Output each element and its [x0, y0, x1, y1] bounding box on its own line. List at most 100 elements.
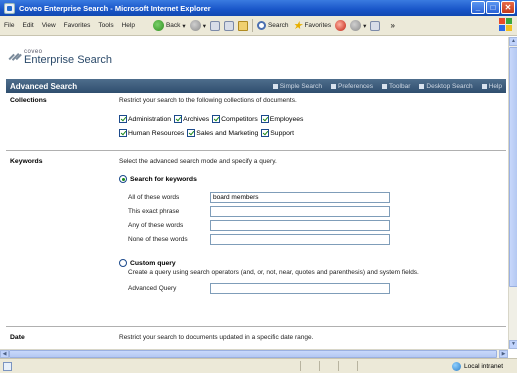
scroll-left-icon[interactable]: ◀ [0, 350, 9, 358]
exact-phrase-input[interactable] [210, 206, 390, 217]
checkbox-checked-icon [119, 115, 127, 123]
keywords-section: Keywords Select the advanced search mode… [6, 154, 506, 327]
collection-competitors-checkbox[interactable]: Competitors [212, 115, 258, 123]
any-words-label: Any of these words [128, 222, 184, 229]
search-keywords-label: Search for keywords [130, 175, 197, 183]
intranet-globe-icon [451, 361, 461, 371]
checkbox-checked-icon [119, 129, 127, 137]
help-link[interactable]: Help [481, 83, 502, 90]
scroll-right-icon[interactable]: ▶ [499, 350, 508, 358]
search-button[interactable]: Search [256, 21, 289, 30]
status-dividers [300, 361, 358, 371]
menu-favorites[interactable]: Favorites [64, 22, 91, 29]
bullet-icon [419, 83, 425, 89]
coveo-logo[interactable]: coveo Enterprise Search [6, 43, 112, 69]
all-words-label: All of these words [128, 194, 180, 201]
checkbox-checked-icon [174, 115, 183, 123]
collection-sales-marketing-checkbox[interactable]: Sales and Marketing [187, 129, 258, 137]
mail-dropdown-icon[interactable]: ▾ [363, 22, 366, 30]
maximize-button[interactable]: □ [486, 1, 500, 14]
stop-icon[interactable] [209, 20, 220, 31]
back-button[interactable]: Back ▾ [152, 20, 186, 31]
back-label: Back [165, 22, 181, 29]
collection-human-resources-checkbox[interactable]: Human Resources [119, 129, 184, 137]
menu-file[interactable]: File [4, 22, 14, 29]
window-title: Coveo Enterprise Search - Microsoft Inte… [19, 3, 211, 13]
date-section: Date Restrict your search to documents u… [6, 327, 506, 349]
advanced-query-input[interactable] [210, 283, 390, 294]
status-bar: Local intranet [0, 358, 517, 373]
none-words-input[interactable] [210, 234, 390, 245]
page-icon [3, 361, 12, 371]
print-icon[interactable] [370, 20, 381, 31]
menu-tools[interactable]: Tools [98, 22, 113, 29]
menu-toolbar: File Edit View Favorites Tools Help Back… [0, 16, 517, 36]
refresh-icon[interactable] [223, 20, 234, 31]
window-titlebar: Coveo Enterprise Search - Microsoft Inte… [0, 0, 517, 16]
all-words-input[interactable]: board members [210, 192, 390, 203]
keywords-description: Select the advanced search mode and spec… [119, 158, 277, 165]
radio-selected-icon [119, 175, 127, 183]
menu-view[interactable]: View [42, 22, 56, 29]
keywords-label: Keywords [10, 158, 43, 165]
checkbox-checked-icon [187, 129, 196, 137]
ie-icon [4, 2, 15, 14]
collections-label: Collections [10, 97, 47, 104]
exact-phrase-label: This exact phrase [128, 208, 180, 215]
menu-edit[interactable]: Edit [22, 22, 33, 29]
advanced-query-label: Advanced Query [128, 285, 177, 292]
home-icon[interactable] [237, 20, 248, 31]
horizontal-scrollbar[interactable]: ◀ ▶ [0, 349, 508, 358]
none-words-row: None of these words [128, 234, 390, 245]
any-words-input[interactable] [210, 220, 390, 231]
help-icon [481, 83, 487, 89]
forward-dropdown-icon[interactable]: ▾ [203, 22, 206, 30]
vertical-scrollbar[interactable]: ▲ ▼ [508, 37, 517, 349]
collection-employees-checkbox[interactable]: Employees [260, 115, 303, 123]
vertical-scroll-thumb[interactable] [509, 47, 517, 287]
mail-icon [350, 20, 362, 31]
favorites-button[interactable]: ★ Favorites [292, 19, 332, 32]
toolbar-link[interactable]: Toolbar [382, 83, 410, 90]
star-icon: ★ [292, 19, 303, 32]
toolbar-more-icon[interactable]: » [390, 21, 394, 30]
checkbox-checked-icon [212, 115, 221, 123]
none-words-label: None of these words [128, 236, 188, 243]
collection-administration-checkbox[interactable]: Administration [119, 115, 171, 123]
collections-row-1: Administration Archives Competitors Empl… [119, 115, 303, 123]
scroll-up-icon[interactable]: ▲ [509, 37, 517, 46]
custom-query-description: Create a query using search operators (a… [128, 269, 419, 276]
any-words-row: Any of these words [128, 220, 390, 231]
horizontal-scroll-thumb[interactable] [9, 350, 497, 358]
coveo-logo-mark-icon [6, 48, 22, 64]
custom-query-radio[interactable]: Custom query [119, 259, 176, 267]
collections-row-2: Human Resources Sales and Marketing Supp… [119, 129, 294, 137]
exact-phrase-row: This exact phrase [128, 206, 390, 217]
collection-archives-checkbox[interactable]: Archives [174, 115, 209, 123]
zone-label: Local intranet [463, 362, 503, 370]
preferences-link[interactable]: Preferences [331, 83, 373, 90]
logo-big-text: Enterprise Search [24, 54, 113, 66]
collections-section: Collections Restrict your search to the … [6, 93, 506, 151]
scroll-down-icon[interactable]: ▼ [509, 340, 517, 349]
mail-button[interactable]: ▾ [350, 20, 366, 31]
date-label: Date [10, 334, 25, 341]
menu-help[interactable]: Help [122, 22, 135, 29]
minimize-button[interactable]: _ [471, 1, 485, 14]
date-description: Restrict your search to documents update… [119, 334, 314, 341]
custom-query-label: Custom query [130, 259, 176, 267]
back-dropdown-icon[interactable]: ▾ [182, 22, 185, 30]
bullet-icon [382, 83, 388, 89]
page-title: Advanced Search [10, 81, 78, 91]
search-keywords-radio[interactable]: Search for keywords [119, 175, 197, 183]
all-words-row: All of these words board members [128, 192, 390, 203]
page-content: coveo Enterprise Search Advanced Search … [0, 37, 508, 349]
forward-button[interactable]: ▾ [189, 20, 206, 31]
desktop-search-link[interactable]: Desktop Search [419, 83, 473, 90]
magnifier-icon [256, 21, 266, 30]
media-icon[interactable] [335, 20, 347, 31]
collection-support-checkbox[interactable]: Support [261, 129, 294, 137]
simple-search-link[interactable]: Simple Search [272, 83, 322, 90]
close-button[interactable]: ✕ [501, 1, 515, 14]
bullet-icon [272, 83, 278, 89]
